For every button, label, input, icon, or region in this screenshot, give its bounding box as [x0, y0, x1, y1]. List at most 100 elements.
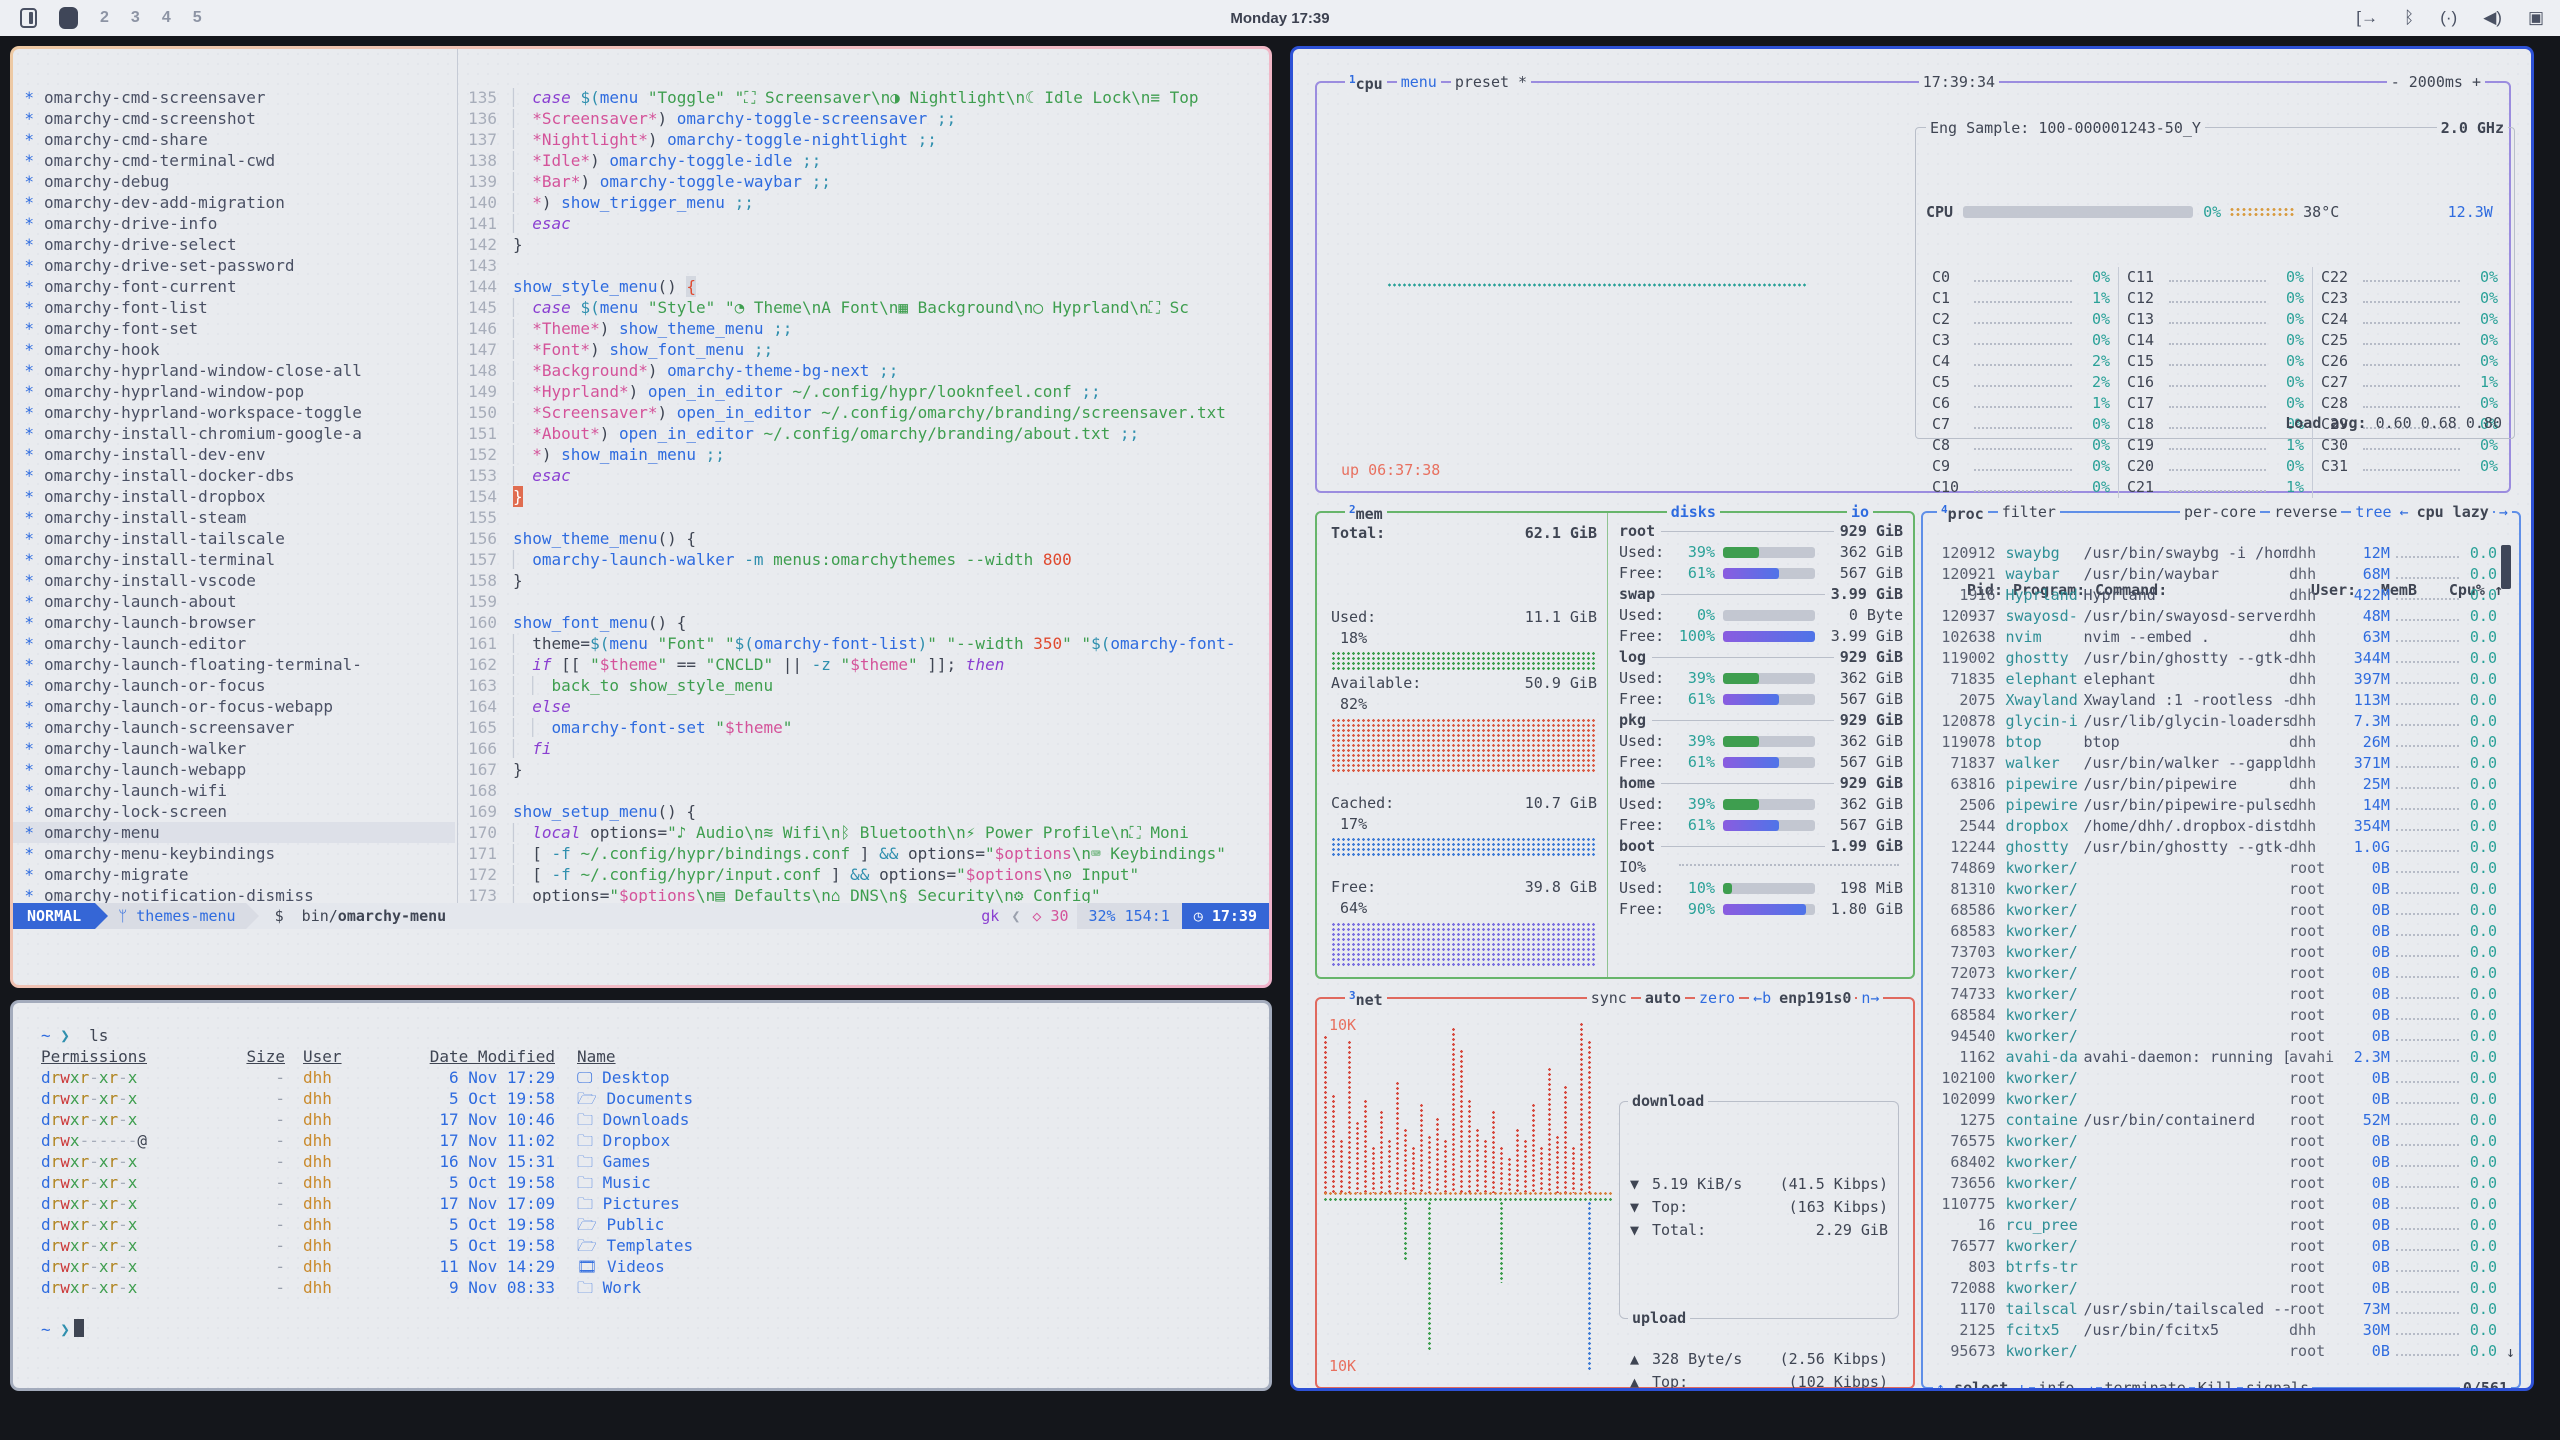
process-row[interactable]: 119078btopbtopdhh26M0.0 [1927, 732, 2497, 753]
process-row[interactable]: 12244ghostty/usr/bin/ghostty --gtk-dhh1.… [1927, 837, 2497, 858]
file-item[interactable]: *omarchy-launch-screensaver [13, 717, 455, 738]
proc-sort-next[interactable]: → [2495, 502, 2512, 523]
proc-signals-button[interactable]: signals [2243, 1378, 2312, 1388]
file-item[interactable]: *omarchy-dev-add-migration [13, 192, 455, 213]
process-row[interactable]: 72088kworker/root0B0.0 [1927, 1278, 2497, 1299]
file-item[interactable]: *omarchy-font-list [13, 297, 455, 318]
process-row[interactable]: 1170tailscal/usr/sbin/tailscaled --root7… [1927, 1299, 2497, 1320]
scroll-down-icon[interactable]: ↓ [2506, 1342, 2515, 1363]
file-item[interactable]: *omarchy-cmd-share [13, 129, 455, 150]
process-row[interactable]: 74869kworker/root0B0.0 [1927, 858, 2497, 879]
file-item[interactable]: *omarchy-install-chromium-google-a [13, 423, 455, 444]
process-row[interactable]: 94540kworker/root0B0.0 [1927, 1026, 2497, 1047]
process-row[interactable]: 76577kworker/root0B0.0 [1927, 1236, 2497, 1257]
process-row[interactable]: 68402kworker/root0B0.0 [1927, 1152, 2497, 1173]
net-next-button[interactable]: n→ [1857, 988, 1883, 1009]
process-row[interactable]: 16rcu_preeroot0B0.0 [1927, 1215, 2497, 1236]
process-row[interactable]: 76575kworker/root0B0.0 [1927, 1131, 2497, 1152]
process-row[interactable]: 1162avahi-daavahi-daemon: running [avahi… [1927, 1047, 2497, 1068]
file-item[interactable]: *omarchy-launch-editor [13, 633, 455, 654]
process-row[interactable]: 68586kworker/root0B0.0 [1927, 900, 2497, 921]
pane-separator[interactable] [457, 49, 458, 923]
process-row[interactable]: 95673kworker/root0B0.0 [1927, 1341, 2497, 1362]
proc-kill-button[interactable]: Kill [2195, 1378, 2237, 1388]
file-item[interactable]: *omarchy-launch-browser [13, 612, 455, 633]
process-row[interactable]: 72073kworker/root0B0.0 [1927, 963, 2497, 984]
file-item[interactable]: *omarchy-drive-info [13, 213, 455, 234]
process-row[interactable]: 2075XwaylandXwayland :1 -rootless -dhh11… [1927, 690, 2497, 711]
cpu-chip-icon[interactable]: ▣ [2528, 8, 2544, 28]
net-zero-button[interactable]: zero [1695, 988, 1739, 1009]
file-item[interactable]: *omarchy-drive-select [13, 234, 455, 255]
process-row[interactable]: 73656kworker/root0B0.0 [1927, 1173, 2497, 1194]
network-icon[interactable]: (·) [2440, 8, 2457, 28]
disks-io-button[interactable]: io [1847, 502, 1873, 523]
process-row[interactable]: 120878glycin-i/usr/lib/glycin-loadersdhh… [1927, 711, 2497, 732]
process-row[interactable]: 2125fcitx5/usr/bin/fcitx5dhh30M0.0 [1927, 1320, 2497, 1341]
proc-info-button[interactable]: info ↵ [2035, 1378, 2095, 1388]
file-item[interactable]: *omarchy-launch-or-focus-webapp [13, 696, 455, 717]
file-item[interactable]: *omarchy-lock-screen [13, 801, 455, 822]
file-item[interactable]: *omarchy-debug [13, 171, 455, 192]
file-item[interactable]: *omarchy-drive-set-password [13, 255, 455, 276]
file-item[interactable]: *omarchy-launch-about [13, 591, 455, 612]
terminal-content[interactable]: ~ ❯ lsPermissionsSizeUserDate ModifiedNa… [13, 1003, 1269, 1388]
net-prev-button[interactable]: ←b [1749, 988, 1775, 1009]
process-row[interactable]: 68584kworker/root0B0.0 [1927, 1005, 2497, 1026]
file-item[interactable]: *omarchy-cmd-terminal-cwd [13, 150, 455, 171]
file-item[interactable]: *omarchy-launch-webapp [13, 759, 455, 780]
process-row[interactable]: 71837walker/usr/bin/walker --gappldhh371… [1927, 753, 2497, 774]
process-row[interactable]: 120912swaybg/usr/bin/swaybg -i /homdhh12… [1927, 543, 2497, 564]
file-item[interactable]: *omarchy-launch-walker [13, 738, 455, 759]
update-interval-control[interactable]: - 2000ms + [2387, 72, 2485, 93]
process-row[interactable]: 2544dropbox/home/dhh/.dropbox-distdhh354… [1927, 816, 2497, 837]
file-item[interactable]: *omarchy-menu [13, 822, 455, 843]
file-item[interactable]: *omarchy-font-current [13, 276, 455, 297]
process-row[interactable]: 1275containe/usr/bin/containerdroot52M0.… [1927, 1110, 2497, 1131]
bluetooth-icon[interactable]: ᛒ [2404, 8, 2414, 28]
proc-reverse-button[interactable]: reverse [2270, 502, 2341, 523]
proc-terminate-button[interactable]: terminate [2102, 1378, 2189, 1388]
logout-icon[interactable]: [→ [2356, 8, 2378, 28]
file-item[interactable]: *omarchy-launch-wifi [13, 780, 455, 801]
file-item[interactable]: *omarchy-hyprland-workspace-toggle [13, 402, 455, 423]
process-row[interactable]: 119002ghostty/usr/bin/ghostty --gtk-dhh3… [1927, 648, 2497, 669]
process-row[interactable]: 102100kworker/root0B0.0 [1927, 1068, 2497, 1089]
file-item[interactable]: *omarchy-install-tailscale [13, 528, 455, 549]
file-item[interactable]: *omarchy-install-docker-dbs [13, 465, 455, 486]
process-row[interactable]: 71835elephantelephantdhh397M0.0 [1927, 669, 2497, 690]
file-item[interactable]: *omarchy-launch-or-focus [13, 675, 455, 696]
process-row[interactable]: 81310kworker/root0B0.0 [1927, 879, 2497, 900]
file-item[interactable]: *omarchy-hook [13, 339, 455, 360]
process-row[interactable]: 73703kworker/root0B0.0 [1927, 942, 2497, 963]
process-row[interactable]: 68583kworker/root0B0.0 [1927, 921, 2497, 942]
proc-tree-button[interactable]: tree [2351, 502, 2395, 523]
proc-percore-button[interactable]: per-core [2180, 502, 2260, 523]
volume-icon[interactable]: ◀) [2483, 8, 2502, 28]
process-row[interactable]: 2506pipewire/usr/bin/pipewire-pulsedhh14… [1927, 795, 2497, 816]
file-item[interactable]: *omarchy-install-dropbox [13, 486, 455, 507]
process-row[interactable]: 102099kworker/root0B0.0 [1927, 1089, 2497, 1110]
process-row[interactable]: 63816pipewire/usr/bin/pipewiredhh25M0.0 [1927, 774, 2497, 795]
file-item[interactable]: *omarchy-hyprland-window-pop [13, 381, 455, 402]
process-row[interactable]: 102638nvimnvim --embed .dhh63M0.0 [1927, 627, 2497, 648]
btop-menu-button[interactable]: menu [1397, 72, 1441, 93]
proc-scrollbar[interactable] [2501, 545, 2511, 589]
file-item[interactable]: *omarchy-install-vscode [13, 570, 455, 591]
shell-prompt[interactable]: ~ ❯ [41, 1319, 1249, 1340]
file-item[interactable]: *omarchy-cmd-screenshot [13, 108, 455, 129]
file-item[interactable]: *omarchy-menu-keybindings [13, 843, 455, 864]
file-item[interactable]: *omarchy-install-dev-env [13, 444, 455, 465]
code-pane[interactable]: 135▏ case $(menu "Toggle" "⛶ Screensaver… [461, 87, 1269, 927]
file-item[interactable]: *omarchy-hyprland-window-close-all [13, 360, 455, 381]
process-row[interactable]: 803btrfs-trroot0B0.0 [1927, 1257, 2497, 1278]
proc-sort-prev[interactable]: ← [2396, 502, 2413, 523]
file-item[interactable]: *omarchy-migrate [13, 864, 455, 885]
process-row[interactable]: 1916HyprlandHyprlanddhh422M0.0 [1927, 585, 2497, 606]
process-row[interactable]: 120937swayosd-/usr/bin/swayosd-serverdhh… [1927, 606, 2497, 627]
file-item[interactable]: *omarchy-install-terminal [13, 549, 455, 570]
process-row[interactable]: 120921waybar/usr/bin/waybardhh68M0.0 [1927, 564, 2497, 585]
process-row[interactable]: 110775kworker/root0B0.0 [1927, 1194, 2497, 1215]
process-row[interactable]: 74733kworker/root0B0.0 [1927, 984, 2497, 1005]
file-item[interactable]: *omarchy-install-steam [13, 507, 455, 528]
